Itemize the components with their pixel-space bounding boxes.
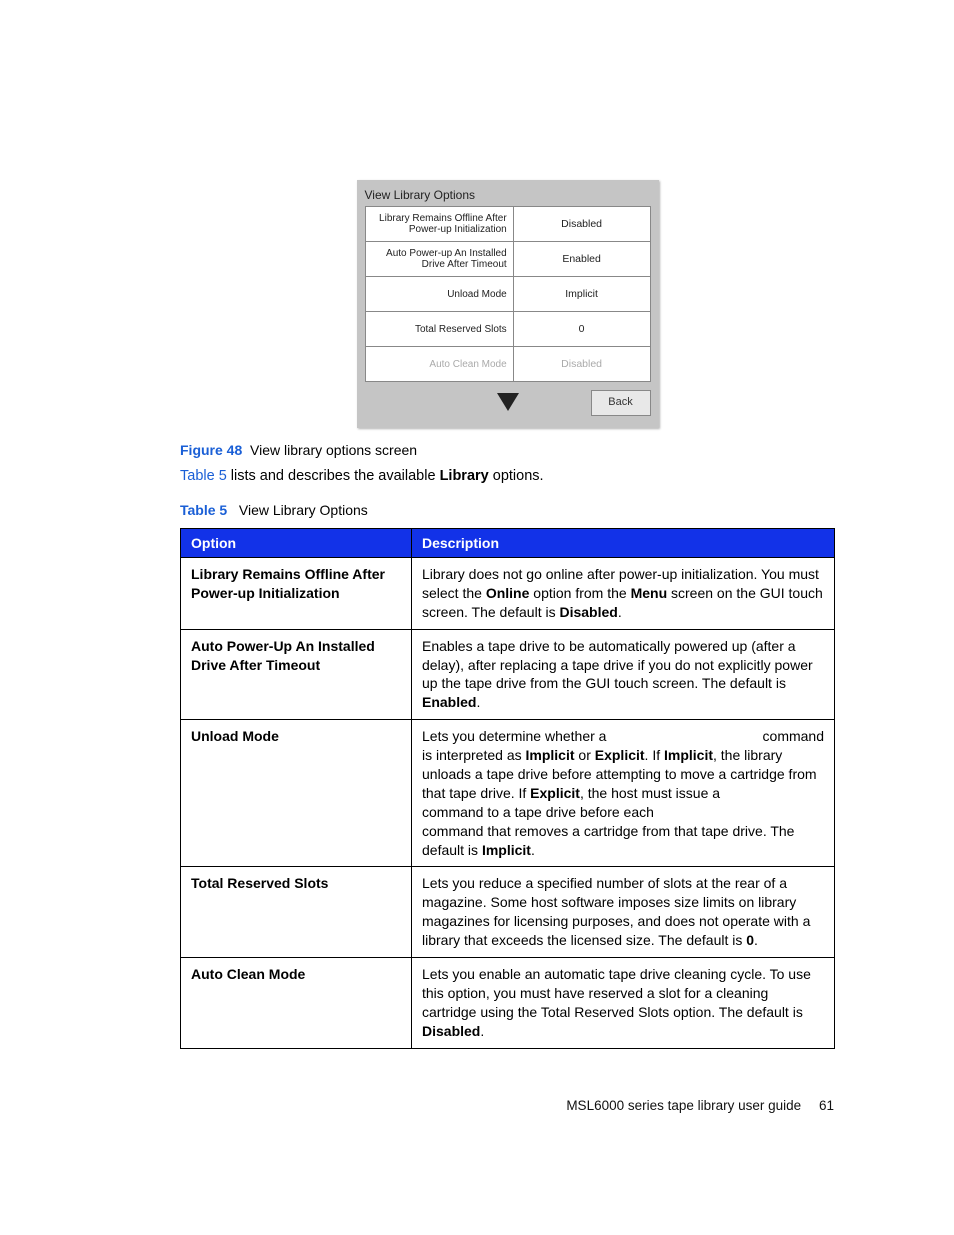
option-value[interactable]: Implicit bbox=[513, 277, 650, 312]
option-cell: Unload Mode bbox=[181, 720, 412, 867]
page-content: View Library Options Library Remains Off… bbox=[180, 180, 835, 1049]
option-value[interactable]: Disabled bbox=[513, 207, 650, 242]
option-value: Disabled bbox=[513, 347, 650, 382]
option-label: Auto Power-up An Installed Drive After T… bbox=[365, 242, 513, 277]
figure-caption: Figure 48 View library options screen bbox=[180, 442, 835, 458]
option-cell: Auto Power-Up An Installed Drive After T… bbox=[181, 629, 412, 720]
page-footer: MSL6000 series tape library user guide 6… bbox=[566, 1098, 834, 1113]
description-cell: Library does not go online after power-u… bbox=[412, 558, 835, 630]
description-cell: Lets you reduce a specified number of sl… bbox=[412, 867, 835, 958]
library-options-table: Option Description Library Remains Offli… bbox=[180, 528, 835, 1049]
description-cell: Lets you determine whether a command is … bbox=[412, 720, 835, 867]
page-number: 61 bbox=[819, 1098, 834, 1113]
table-row: Library Remains Offline After Power-up I… bbox=[181, 558, 835, 630]
footer-title: MSL6000 series tape library user guide bbox=[566, 1098, 801, 1113]
description-cell: Lets you enable an automatic tape drive … bbox=[412, 958, 835, 1049]
option-label: Unload Mode bbox=[365, 277, 513, 312]
option-label: Total Reserved Slots bbox=[365, 312, 513, 347]
option-cell: Library Remains Offline After Power-up I… bbox=[181, 558, 412, 630]
table-label: Table 5 bbox=[180, 502, 227, 518]
option-label: Auto Clean Mode bbox=[365, 347, 513, 382]
option-row: Unload Mode Implicit bbox=[365, 277, 650, 312]
option-label: Library Remains Offline After Power-up I… bbox=[365, 207, 513, 242]
option-value[interactable]: 0 bbox=[513, 312, 650, 347]
library-options-panel: View Library Options Library Remains Off… bbox=[357, 180, 659, 428]
option-cell: Total Reserved Slots bbox=[181, 867, 412, 958]
header-description: Description bbox=[412, 529, 835, 558]
option-row: Total Reserved Slots 0 bbox=[365, 312, 650, 347]
back-button[interactable]: Back bbox=[591, 390, 651, 416]
figure-text: View library options screen bbox=[250, 442, 417, 458]
scroll-down-icon[interactable] bbox=[495, 391, 521, 416]
table-row: Unload Mode Lets you determine whether a… bbox=[181, 720, 835, 867]
option-row: Library Remains Offline After Power-up I… bbox=[365, 207, 650, 242]
table-row: Auto Power-Up An Installed Drive After T… bbox=[181, 629, 835, 720]
option-row: Auto Clean Mode Disabled bbox=[365, 347, 650, 382]
option-value[interactable]: Enabled bbox=[513, 242, 650, 277]
header-option: Option bbox=[181, 529, 412, 558]
body-paragraph: Table 5 lists and describes the availabl… bbox=[180, 468, 835, 484]
options-list: Library Remains Offline After Power-up I… bbox=[365, 206, 651, 382]
panel-footer: Back bbox=[365, 382, 651, 420]
table-row: Auto Clean Mode Lets you enable an autom… bbox=[181, 958, 835, 1049]
option-cell: Auto Clean Mode bbox=[181, 958, 412, 1049]
table-caption: Table 5 View Library Options bbox=[180, 502, 835, 518]
panel-title: View Library Options bbox=[365, 188, 651, 202]
table-title: View Library Options bbox=[239, 502, 368, 518]
figure-label: Figure 48 bbox=[180, 442, 242, 458]
option-row: Auto Power-up An Installed Drive After T… bbox=[365, 242, 650, 277]
table-header-row: Option Description bbox=[181, 529, 835, 558]
library-options-screenshot: View Library Options Library Remains Off… bbox=[357, 180, 659, 428]
description-cell: Enables a tape drive to be automatically… bbox=[412, 629, 835, 720]
table-reference-link[interactable]: Table 5 bbox=[180, 468, 227, 484]
table-row: Total Reserved Slots Lets you reduce a s… bbox=[181, 867, 835, 958]
